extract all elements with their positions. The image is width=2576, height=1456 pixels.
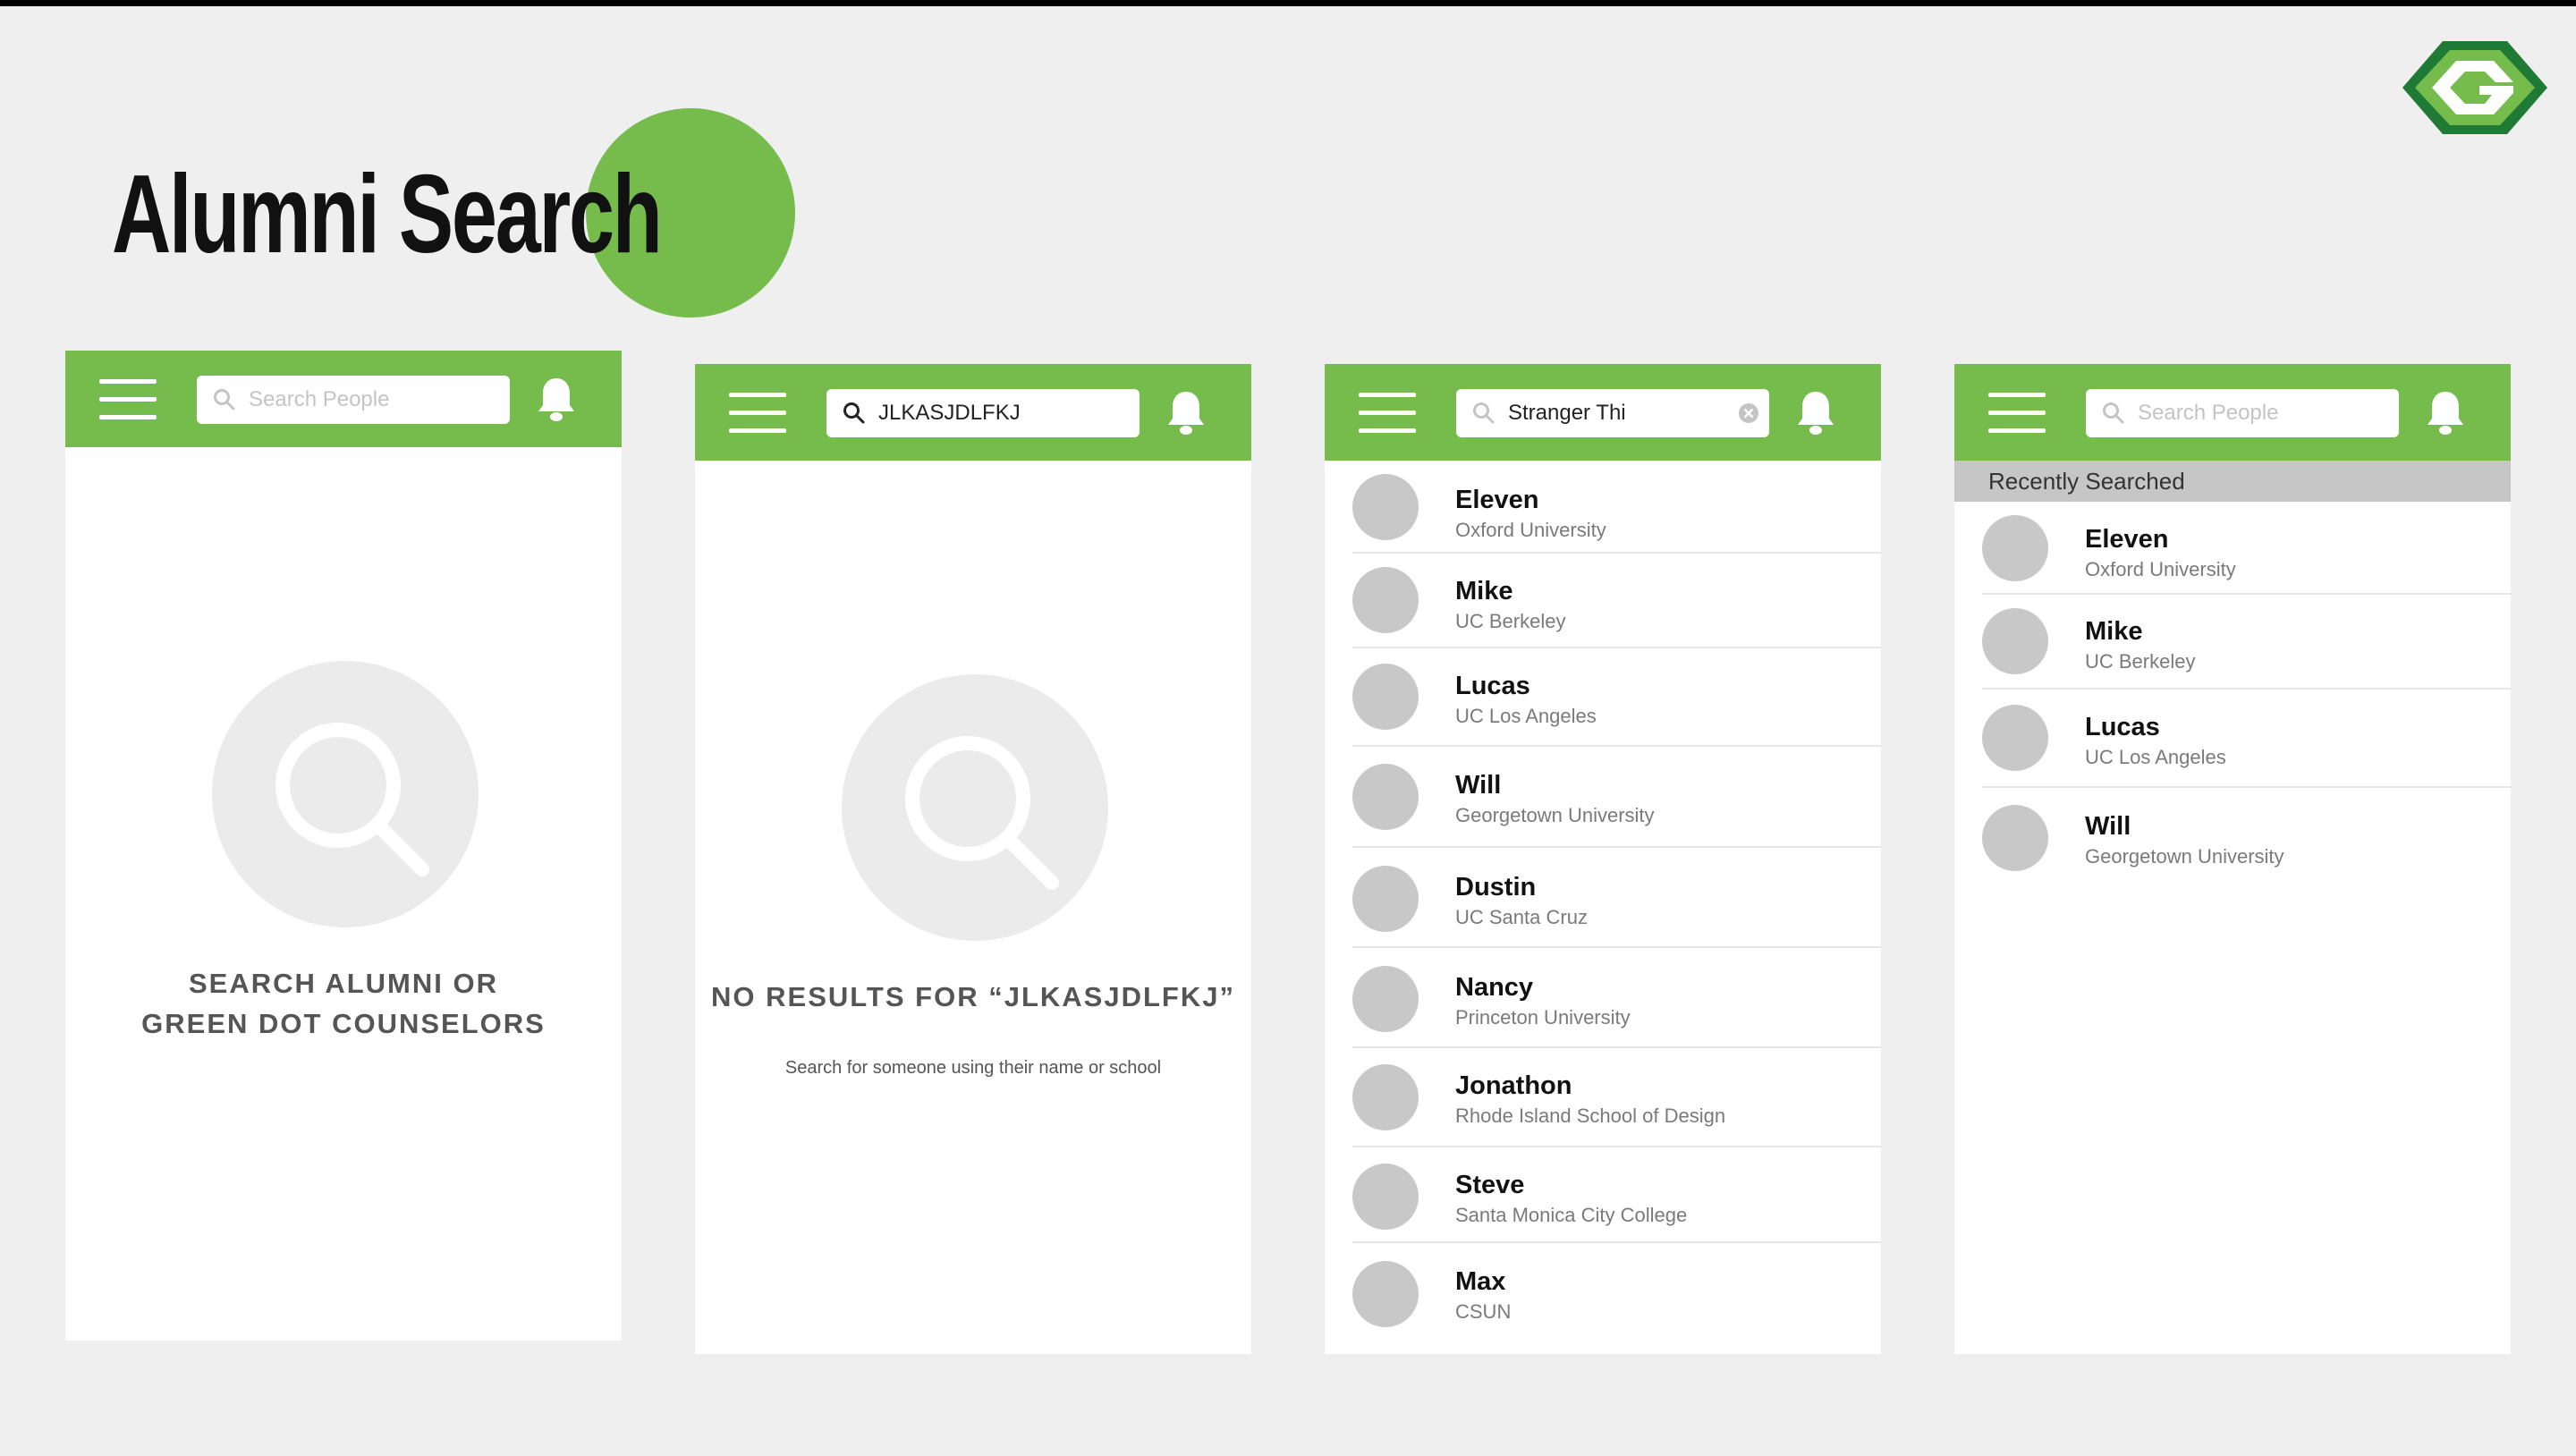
magnifier-icon bbox=[275, 723, 429, 876]
result-name: Lucas bbox=[2085, 713, 2160, 741]
avatar bbox=[1352, 1064, 1419, 1130]
avatar bbox=[1352, 1164, 1419, 1230]
notification-bell-icon[interactable] bbox=[536, 376, 577, 422]
list-item[interactable]: Max CSUN bbox=[1325, 1243, 1881, 1342]
notification-bell-icon[interactable] bbox=[1165, 389, 1207, 436]
screen-no-results: NO RESULTS FOR “JLKASJDLFKJ” Search for … bbox=[695, 364, 1251, 1354]
search-illustration bbox=[842, 674, 1108, 941]
list-item[interactable]: Dustin UC Santa Cruz bbox=[1325, 848, 1881, 948]
screen-search-results: ElevenOxford University MikeUC Berkeley … bbox=[1325, 364, 1881, 1354]
list-item[interactable]: Mike UC Berkeley bbox=[1954, 595, 2511, 690]
result-name: Eleven bbox=[1455, 486, 1539, 514]
avatar bbox=[1982, 515, 2048, 581]
result-name: Nancy bbox=[1455, 973, 1534, 1002]
result-name: Eleven bbox=[2085, 525, 2169, 554]
search-field[interactable] bbox=[197, 376, 510, 424]
screen-recent-searches: Recently Searched Eleven Oxford Universit… bbox=[1954, 364, 2511, 1354]
result-school: Georgetown University bbox=[1455, 804, 1655, 826]
result-name: Will bbox=[2085, 812, 2131, 841]
hamburger-menu-icon[interactable] bbox=[1988, 393, 2046, 434]
search-illustration bbox=[212, 661, 479, 927]
search-icon bbox=[2103, 402, 2124, 424]
no-results-title: NO RESULTS FOR “JLKASJDLFKJ” bbox=[711, 981, 1235, 1012]
avatar bbox=[1982, 608, 2048, 674]
list-item[interactable]: Lucas UC Los Angeles bbox=[1954, 690, 2511, 788]
list-item[interactable]: Jonathon Rhode Island School of Design bbox=[1325, 1048, 1881, 1147]
no-results-hint: Search for someone using their name or s… bbox=[784, 1058, 1162, 1078]
list-item[interactable]: Eleven Oxford University bbox=[1954, 502, 2511, 595]
avatar bbox=[1352, 966, 1419, 1032]
hamburger-menu-icon[interactable] bbox=[729, 393, 786, 434]
avatar bbox=[1982, 805, 2048, 871]
hamburger-menu-icon[interactable] bbox=[99, 379, 157, 420]
result-name: Will bbox=[1455, 771, 1502, 800]
avatar bbox=[1352, 866, 1419, 932]
empty-state-line1: SEARCH ALUMNI OR bbox=[188, 968, 498, 999]
result-school: Santa Monica City College bbox=[1455, 1204, 1688, 1226]
result-school: CSUN bbox=[1455, 1300, 1512, 1323]
search-icon bbox=[843, 402, 865, 424]
avatar bbox=[1352, 567, 1419, 633]
result-school: UC Santa Cruz bbox=[1455, 906, 1588, 928]
green-dot-logo-icon bbox=[2402, 41, 2547, 134]
avatar bbox=[1352, 764, 1419, 830]
result-name: Max bbox=[1455, 1267, 1506, 1296]
recently-searched-header: Recently Searched bbox=[1954, 461, 2511, 502]
hamburger-menu-icon[interactable] bbox=[1359, 393, 1416, 434]
result-school: UC Los Angeles bbox=[2085, 746, 2226, 768]
search-icon bbox=[214, 389, 235, 411]
result-school: Rhode Island School of Design bbox=[1455, 1105, 1726, 1127]
result-school: Oxford University bbox=[2085, 558, 2236, 580]
search-icon bbox=[1473, 402, 1495, 424]
search-field[interactable] bbox=[1456, 389, 1769, 437]
recent-list: Eleven Oxford University Mike UC Berkeley … bbox=[1954, 502, 2511, 889]
list-item[interactable]: Lucas UC Los Angeles bbox=[1325, 648, 1881, 747]
result-school: UC Los Angeles bbox=[1455, 705, 1597, 727]
result-name: Mike bbox=[2085, 617, 2143, 646]
page-title: Alumni Search bbox=[112, 153, 663, 276]
app-bar bbox=[1954, 364, 2511, 461]
avatar bbox=[1352, 474, 1419, 540]
result-school: UC Berkeley bbox=[1455, 610, 1566, 632]
search-field[interactable] bbox=[2086, 389, 2399, 437]
app-bar bbox=[695, 364, 1251, 461]
notification-bell-icon[interactable] bbox=[2425, 389, 2466, 436]
search-input[interactable] bbox=[249, 376, 481, 424]
result-school: Oxford University bbox=[1455, 519, 1606, 541]
search-input[interactable] bbox=[1508, 389, 1723, 437]
result-name: Dustin bbox=[1455, 873, 1537, 902]
search-input[interactable] bbox=[878, 389, 1111, 437]
list-item[interactable]: Mike UC Berkeley bbox=[1325, 554, 1881, 648]
search-input[interactable] bbox=[2138, 389, 2370, 437]
result-school: Georgetown University bbox=[2085, 845, 2284, 868]
result-school: UC Berkeley bbox=[2085, 650, 2196, 673]
avatar bbox=[1352, 664, 1419, 730]
avatar bbox=[1982, 705, 2048, 771]
app-bar bbox=[65, 351, 622, 447]
results-list: Eleven Oxford University Mike UC Berkeley … bbox=[1325, 461, 1881, 1342]
clear-search-icon[interactable] bbox=[1737, 402, 1760, 425]
list-item[interactable]: Nancy Princeton University bbox=[1325, 948, 1881, 1048]
magnifier-icon bbox=[905, 736, 1059, 890]
list-item[interactable]: Eleven Oxford University bbox=[1325, 461, 1881, 554]
result-name: Steve bbox=[1455, 1171, 1525, 1199]
list-item[interactable]: Will Georgetown University bbox=[1954, 788, 2511, 889]
search-field[interactable] bbox=[826, 389, 1140, 437]
result-name: Lucas bbox=[1455, 672, 1530, 700]
result-name: Mike bbox=[1455, 577, 1513, 605]
top-border bbox=[0, 0, 2576, 6]
result-school: Princeton University bbox=[1455, 1006, 1631, 1029]
empty-state-line2: GREEN DOT COUNSELORS bbox=[141, 1008, 546, 1039]
screen-empty-search: SEARCH ALUMNI OR GREEN DOT COUNSELORS bbox=[65, 351, 622, 1341]
avatar bbox=[1352, 1261, 1419, 1327]
list-item[interactable]: Steve Santa Monica City College bbox=[1325, 1147, 1881, 1243]
app-bar bbox=[1325, 364, 1881, 461]
list-item[interactable]: Will Georgetown University bbox=[1325, 747, 1881, 848]
result-name: Jonathon bbox=[1455, 1071, 1572, 1100]
notification-bell-icon[interactable] bbox=[1795, 389, 1836, 436]
